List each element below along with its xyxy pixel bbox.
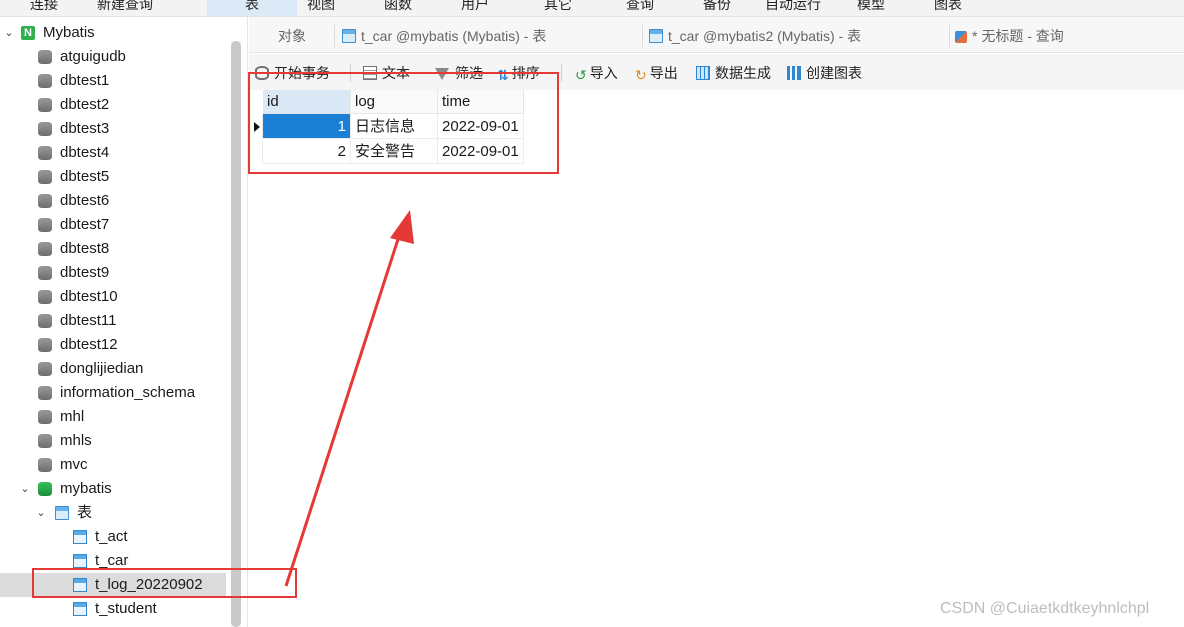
watermark: CSDN @Cuiaetkdtkeyhnlchpl <box>940 600 1150 617</box>
annotation-arrow-icon <box>284 210 414 587</box>
